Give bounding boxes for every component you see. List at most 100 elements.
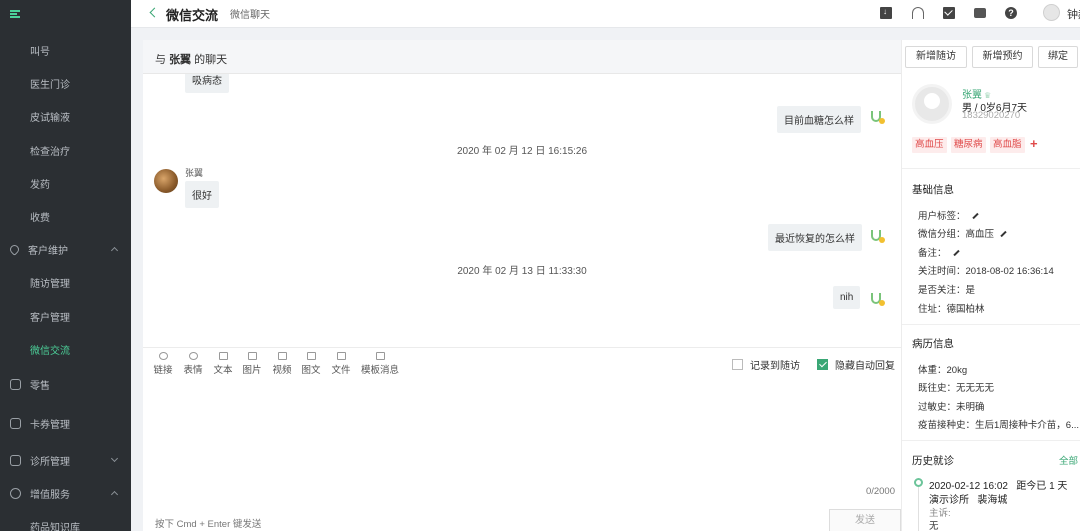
menu-icon[interactable] [10, 10, 20, 18]
timeline-dot [914, 478, 923, 487]
user-name[interactable]: 钟赫 [1067, 6, 1080, 22]
sidebar-group-clinic-admin[interactable]: 诊所管理 [0, 449, 131, 471]
info-wechat-group: 微信分组：高血压 [918, 226, 1007, 240]
visit-clinic: 演示诊所 裴海城 [929, 495, 1008, 506]
help-icon[interactable]: ? [1005, 7, 1017, 19]
section-medical-record: 病历信息 [912, 338, 954, 350]
timeline-line [918, 487, 919, 531]
sidebar-item-billing[interactable]: 收费 [0, 205, 131, 227]
sidebar-item-skin-test[interactable]: 皮试输液 [0, 105, 131, 127]
tag-diabetes[interactable]: 糖尿病 [951, 137, 986, 153]
record-followup-checkbox[interactable]: 记录到随访 [732, 357, 800, 372]
edit-icon[interactable] [971, 213, 979, 220]
info-following: 是否关注：是 [918, 285, 976, 296]
emoji-icon [188, 352, 198, 360]
sidebar-item-followup[interactable]: 随访管理 [0, 271, 131, 293]
view-all-link[interactable]: 全部 [1059, 453, 1078, 467]
sidebar-item-drug-knowledge[interactable]: 药品知识库 [0, 515, 131, 531]
add-appointment-button[interactable]: 新增预约 [972, 46, 1033, 68]
sidebar-item-customers[interactable]: 客户管理 [0, 305, 131, 327]
message-bubble: 最近恢复的怎么样 [768, 224, 862, 251]
avatar[interactable] [1043, 4, 1060, 21]
edit-icon[interactable] [1000, 231, 1007, 238]
tool-link[interactable]: 链接 [148, 352, 178, 376]
divider [902, 168, 1080, 169]
tool-image[interactable]: 图片 [237, 352, 267, 376]
wrench-icon [10, 454, 21, 466]
info-remark: 备注： [918, 245, 960, 259]
sidebar-top [0, 0, 131, 28]
tool-emoji[interactable]: 表情 [178, 352, 208, 376]
doctor-avatar-icon [869, 292, 885, 308]
timestamp: 2020 年 02 月 12 日 16:15:26 [456, 146, 588, 157]
info-allergy: 过敏史：未明确 [918, 402, 985, 413]
back-icon[interactable] [149, 7, 160, 18]
sidebar-item-dispense[interactable]: 发药 [0, 172, 131, 194]
store-icon [10, 378, 21, 390]
sidebar-item-outpatient[interactable]: 医生门诊 [0, 72, 131, 94]
visit-complaint-value: 无 [929, 521, 939, 531]
text-icon [218, 352, 228, 360]
message-bubble: 目前血糖怎么样 [777, 106, 861, 133]
mail-icon[interactable] [943, 7, 955, 19]
send-button[interactable]: 发送 [829, 509, 901, 531]
sidebar-item-exam[interactable]: 检查治疗 [0, 139, 131, 161]
timestamp: 2020 年 02 月 13 日 11:33:30 [457, 266, 587, 277]
section-visit-history: 历史就诊 [912, 455, 954, 467]
sidebar-group-customer-care[interactable]: 客户维护 [0, 238, 131, 260]
sidebar: 叫号 医生门诊 皮试输液 检查治疗 发药 收费 客户维护 随访管理 客户管理 微… [0, 0, 131, 531]
message-bubble: 很好 [185, 181, 219, 208]
sidebar-item-queue[interactable]: 叫号 [0, 39, 131, 61]
image-icon [247, 352, 257, 360]
chat-panel: 与 张翼 的聊天 吸病态 目前血糖怎么样 2020 年 02 月 12 日 16… [143, 40, 901, 531]
visit-datetime[interactable]: 2020-02-12 16:02 距今已 1 天 [929, 477, 1067, 492]
chat-header: 与 张翼 的聊天 [143, 40, 901, 74]
chevron-up-icon [110, 490, 119, 499]
message-list[interactable]: 吸病态 目前血糖怎么样 2020 年 02 月 12 日 16:15:26 张翼… [143, 74, 901, 344]
info-follow-time: 关注时间：2018-08-02 16:36:14 [918, 266, 1054, 277]
chat-icon[interactable] [974, 8, 986, 18]
checkbox-checked[interactable] [817, 359, 828, 370]
tool-file[interactable]: 文件 [326, 352, 356, 376]
info-vaccination: 疫苗接种史：生后1周接种卡介苗，6... [918, 420, 1080, 431]
chevron-down-icon [110, 454, 119, 463]
video-icon [277, 352, 287, 360]
sidebar-group-value-added[interactable]: 增值服务 [0, 482, 131, 504]
download-icon[interactable] [880, 7, 892, 19]
doctor-avatar-icon [869, 229, 885, 245]
chevron-up-icon [110, 246, 119, 255]
sidebar-item-wechat[interactable]: 微信交流 [0, 338, 131, 360]
template-icon [375, 352, 385, 360]
folder-icon [336, 352, 346, 360]
edit-icon[interactable] [952, 250, 960, 257]
tool-video[interactable]: 视频 [267, 352, 297, 376]
bind-button[interactable]: 绑定 [1038, 46, 1078, 68]
chat-header-title: 与 张翼 的聊天 [155, 54, 228, 66]
visit-complaint-label: 主诉: [929, 508, 951, 519]
add-tag-button[interactable]: + [1030, 136, 1038, 151]
avatar [912, 84, 952, 124]
patient-phone: 18329020270 [962, 110, 1021, 121]
headset-icon[interactable] [912, 7, 924, 19]
add-followup-button[interactable]: 新增随访 [905, 46, 967, 68]
tool-article[interactable]: 图文 [296, 352, 326, 376]
link-icon [158, 352, 168, 360]
service-icon [10, 487, 21, 499]
section-basic-info: 基础信息 [912, 184, 954, 196]
article-icon [306, 352, 316, 360]
tool-template[interactable]: 模板消息 [359, 352, 401, 376]
patient-panel: 新增随访 新增预约 绑定 张翼 ♛ 男 / 0岁6月7天 18329020270 … [901, 40, 1080, 531]
message-bubble: nih [833, 286, 861, 309]
message-bubble: 吸病态 [185, 74, 229, 93]
heart-icon [8, 242, 21, 256]
checkbox[interactable] [732, 359, 743, 370]
sidebar-group-coupons[interactable]: 卡券管理 [0, 412, 131, 434]
tag-hyperlipidemia[interactable]: 高血脂 [990, 137, 1025, 153]
sidebar-group-retail[interactable]: 零售 [0, 373, 131, 395]
tool-text[interactable]: 文本 [208, 352, 238, 376]
tag-hypertension[interactable]: 高血压 [912, 137, 947, 153]
info-weight: 体重：20kg [918, 365, 968, 376]
hide-auto-reply-checkbox[interactable]: 隐藏自动回复 [817, 357, 895, 372]
avatar [154, 169, 178, 193]
divider [902, 440, 1080, 441]
